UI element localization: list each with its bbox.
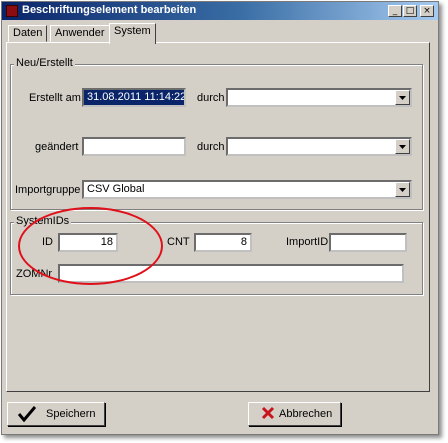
checkmark-icon xyxy=(18,406,36,422)
importid-field[interactable] xyxy=(329,233,407,252)
group-title-neu-erstellt: Neu/Erstellt xyxy=(14,57,75,69)
tab-anwender[interactable]: Anwender xyxy=(50,25,110,42)
app-icon xyxy=(6,5,18,17)
durch-label-2: durch xyxy=(197,141,225,153)
importgruppe-label: Importgruppe xyxy=(15,184,81,196)
chevron-down-icon[interactable] xyxy=(395,182,410,197)
cancel-x-icon xyxy=(261,406,275,420)
durch-select-2[interactable] xyxy=(226,137,412,156)
geaendert-field[interactable] xyxy=(82,137,186,156)
durch-select-1[interactable] xyxy=(226,88,412,107)
durch-label-1: durch xyxy=(197,92,225,104)
cancel-button[interactable]: Abbrechen xyxy=(248,402,341,426)
zomnr-label: ZOMNr xyxy=(16,268,53,280)
maximize-button[interactable]: □ xyxy=(403,5,417,17)
id-field[interactable]: 18 xyxy=(58,233,118,252)
close-button[interactable]: × xyxy=(420,5,434,17)
window-title: Beschriftungselement bearbeiten xyxy=(22,4,197,16)
cnt-label: CNT xyxy=(167,236,190,248)
save-button-label: Speichern xyxy=(46,408,96,420)
geaendert-label: geändert xyxy=(35,141,79,153)
cnt-field[interactable]: 8 xyxy=(194,233,252,252)
erstellt-am-field[interactable]: 31.08.2011 11:14:22 xyxy=(82,88,186,107)
erstellt-am-label: Erstellt am xyxy=(29,92,81,104)
tab-daten[interactable]: Daten xyxy=(8,25,48,42)
chevron-down-icon[interactable] xyxy=(395,90,410,105)
group-title-systemids: SystemIDs xyxy=(14,215,72,227)
save-button[interactable]: Speichern xyxy=(7,402,105,426)
minimize-button[interactable]: _ xyxy=(388,5,402,17)
dialog-window: Beschriftungselement bearbeiten _ □ × Da… xyxy=(1,1,439,435)
tab-system[interactable]: System xyxy=(109,23,156,44)
chevron-down-icon[interactable] xyxy=(395,139,410,154)
importid-label: ImportID xyxy=(286,236,329,248)
title-bar[interactable]: Beschriftungselement bearbeiten _ □ × xyxy=(2,2,438,20)
cancel-button-label: Abbrechen xyxy=(279,408,333,420)
importgruppe-value: CSV Global xyxy=(87,183,145,195)
id-label: ID xyxy=(42,236,53,248)
zomnr-field[interactable] xyxy=(58,264,404,283)
importgruppe-select[interactable]: CSV Global xyxy=(82,180,412,199)
